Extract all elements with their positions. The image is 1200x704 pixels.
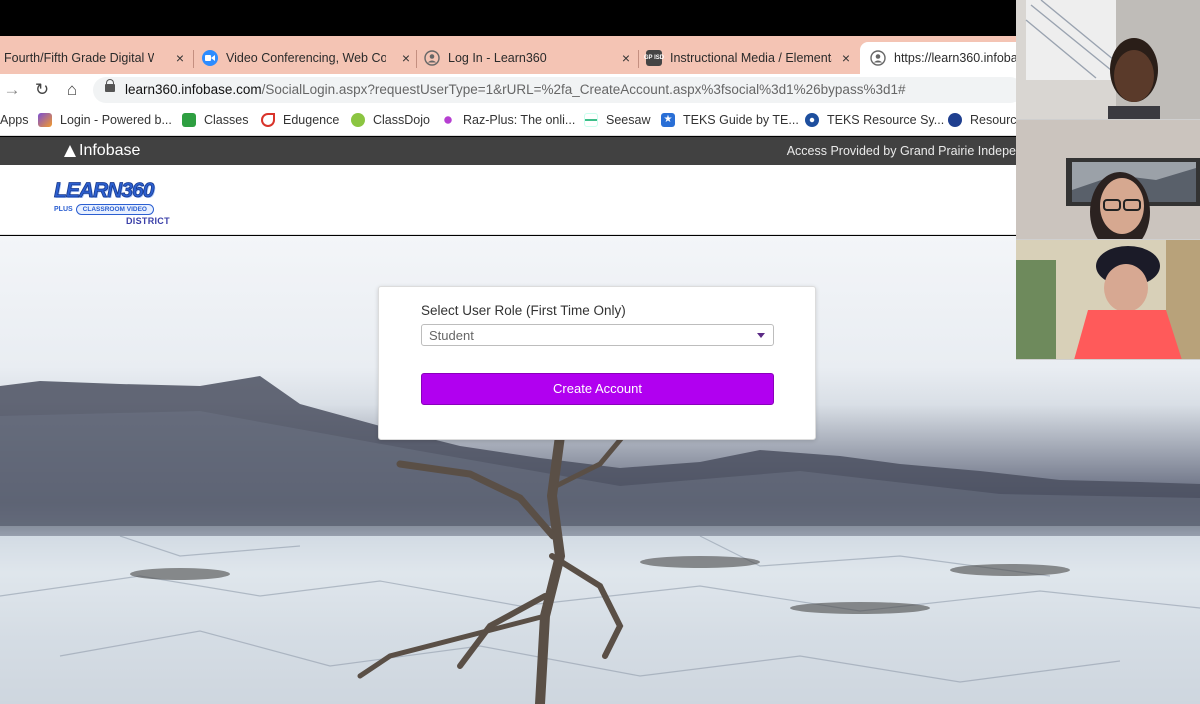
bookmark-seesaw[interactable]: Seesaw [584,113,650,127]
participant-video-2 [1016,120,1200,239]
infobase-logo-text: Infobase [79,142,141,159]
participant-video-3 [1016,240,1200,359]
tab-title: Instructional Media / Elementa [670,51,832,65]
forward-icon[interactable]: → [2,80,22,100]
bookmark-label: Seesaw [606,113,651,127]
bookmark-label: ClassDojo [373,113,430,127]
site-header: LEARN360 PLUS CLASSROOM VIDEO DISTRICT [0,165,1016,235]
user-role-select[interactable]: Student [421,324,774,346]
close-icon[interactable]: × [402,50,410,66]
learn360-logo[interactable]: LEARN360 PLUS CLASSROOM VIDEO DISTRICT [54,179,176,226]
tab-digital-work[interactable]: Fourth/Fifth Grade Digital Wor × [4,42,190,74]
tab-video-conferencing[interactable]: Video Conferencing, Web Conf × [202,42,416,74]
tab-title: Log In - Learn360 [448,51,547,65]
bookmark-edugence[interactable]: Edugence [261,113,339,127]
logo-classroom-video: CLASSROOM VIDEO [75,204,154,215]
logo-district: DISTRICT [126,216,170,226]
bookmark-resource[interactable]: Resource [948,113,1016,127]
tab-learn360-login[interactable]: Log In - Learn360 × [424,42,636,74]
close-icon[interactable]: × [842,50,850,66]
video-participants-panel [1016,0,1200,360]
tab-title: https://learn360.infobase. [894,51,1016,65]
gpisd-icon: GP ISD [644,50,664,66]
tab-instructional-media[interactable]: GP ISD Instructional Media / Elementa × [644,42,856,74]
classdojo-icon [351,113,365,127]
url-text: learn360.infobase.com/SocialLogin.aspx?r… [125,82,905,97]
person-icon [870,50,886,66]
browser-toolbar: → ↻ ⌂ learn360.infobase.com/SocialLogin.… [0,74,1023,106]
bookmark-classes[interactable]: Classes [182,113,248,127]
video-tile-1[interactable] [1016,0,1200,119]
zoom-icon [202,50,218,66]
address-bar[interactable]: learn360.infobase.com/SocialLogin.aspx?r… [93,77,1023,103]
close-icon[interactable]: × [622,50,630,66]
infobase-bar: Infobase Access Provided by Grand Prairi… [0,137,1016,165]
learn360-wordmark: LEARN360 [54,179,155,202]
bookmark-classdojo[interactable]: ClassDojo [351,113,430,127]
logo-plus: PLUS [54,206,73,213]
bookmark-razplus[interactable]: Raz-Plus: The onli... [441,113,575,127]
url-path: /SocialLogin.aspx?requestUserType=1&rURL… [261,82,906,97]
tab-title: Fourth/Fifth Grade Digital Wor [4,51,154,65]
razplus-icon [441,113,455,127]
video-tile-3[interactable] [1016,240,1200,359]
close-icon[interactable]: × [176,50,184,66]
bookmark-teks-guide[interactable]: ★ TEKS Guide by TE... [661,113,799,127]
star-icon: ★ [661,113,675,127]
teks-icon [805,113,819,127]
bookmark-login[interactable]: Login - Powered b... [38,113,172,127]
tab-learn360-active[interactable]: https://learn360.infobase. [860,42,1016,74]
url-host: learn360.infobase.com [125,82,262,97]
bookmark-teks-resource[interactable]: TEKS Resource Sy... [805,113,944,127]
home-icon[interactable]: ⌂ [62,80,82,100]
bookmark-label: Raz-Plus: The onli... [463,113,576,127]
create-account-card: Select User Role (First Time Only) Stude… [378,286,816,440]
edugence-icon [261,113,275,127]
resource-icon [948,113,962,127]
video-tile-2[interactable] [1016,120,1200,239]
caret-down-icon [757,333,765,338]
seesaw-icon [584,113,598,127]
bookmark-label: TEKS Resource Sy... [827,113,945,127]
tab-separator [416,50,417,68]
bookmark-label: Apps [0,113,29,127]
infobase-logo-icon [64,145,76,157]
tab-separator [638,50,639,68]
access-provided-text: Access Provided by Grand Prairie Indepe [786,144,1016,158]
bookmarks-bar: Apps Login - Powered b... Classes Edugen… [0,106,1016,136]
user-role-value: Student [429,328,474,343]
bookmark-label: Classes [204,113,249,127]
tab-strip: Fourth/Fifth Grade Digital Wor × Video C… [0,36,1016,74]
person-icon [424,50,440,66]
user-role-label: Select User Role (First Time Only) [421,303,626,318]
create-account-button[interactable]: Create Account [421,373,774,405]
login-icon [38,113,52,127]
bookmark-apps[interactable]: Apps [0,113,29,127]
bookmark-label: Resource [970,113,1016,127]
bookmark-label: Login - Powered b... [60,113,172,127]
lock-icon [105,79,115,92]
tab-separator [193,50,194,68]
bookmark-label: TEKS Guide by TE... [683,113,799,127]
reload-icon[interactable]: ↻ [32,80,52,100]
bookmark-label: Edugence [283,113,340,127]
tab-title: Video Conferencing, Web Conf [226,51,386,65]
infobase-logo[interactable]: Infobase [64,142,140,160]
participant-video-1 [1016,0,1200,119]
logo-plus-row: PLUS CLASSROOM VIDEO [54,204,176,215]
classes-icon [182,113,196,127]
